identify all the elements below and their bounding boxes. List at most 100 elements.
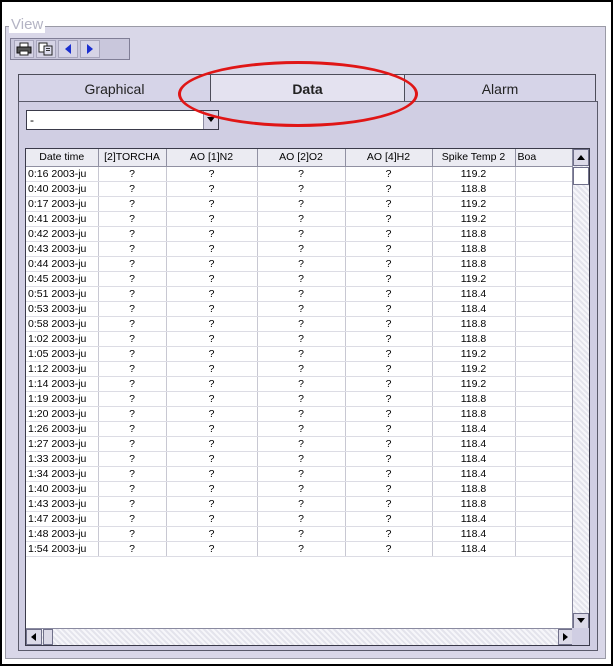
tab-alarm[interactable]: Alarm <box>404 74 596 102</box>
table-cell <box>515 511 576 527</box>
column-header[interactable]: AO [2]O2 <box>257 149 346 167</box>
table-cell: ? <box>257 181 346 197</box>
table-cell <box>515 226 576 242</box>
column-header[interactable]: [2]TORCHA <box>98 149 167 167</box>
column-header[interactable]: Boa <box>515 149 576 167</box>
table-cell <box>515 301 576 317</box>
table-row[interactable]: 1:02 2003-ju???? 118.8 <box>26 331 576 347</box>
table-cell: ? <box>166 406 258 422</box>
previous-button[interactable] <box>58 40 78 58</box>
table-cell: 0:58 2003-ju <box>26 316 99 332</box>
column-header[interactable]: AO [1]N2 <box>166 149 258 167</box>
table-cell: ? <box>98 241 167 257</box>
table-cell: 0:53 2003-ju <box>26 301 99 317</box>
table-cell: ? <box>98 226 167 242</box>
table-cell: ? <box>98 496 167 512</box>
table-cell: ? <box>257 241 346 257</box>
scroll-up-button[interactable] <box>573 149 589 166</box>
table-cell: ? <box>257 466 346 482</box>
table-row[interactable]: 0:58 2003-ju???? 118.8 <box>26 316 576 332</box>
table-cell: 118.4 <box>432 436 516 452</box>
table-cell: ? <box>98 256 167 272</box>
table-row[interactable]: 1:14 2003-ju???? 119.2 <box>26 376 576 392</box>
table-row[interactable]: 0:45 2003-ju???? 119.2 <box>26 271 576 287</box>
copy-icon <box>38 42 53 56</box>
table-cell: ? <box>257 406 346 422</box>
tab-data[interactable]: Data <box>210 74 405 103</box>
table-cell: ? <box>257 346 346 362</box>
table-row[interactable]: 0:51 2003-ju???? 118.4 <box>26 286 576 302</box>
table-cell <box>515 481 576 497</box>
table-cell: 119.2 <box>432 361 516 377</box>
table-cell: 1:14 2003-ju <box>26 376 99 392</box>
table-cell: ? <box>166 541 258 557</box>
table-row[interactable]: 0:43 2003-ju???? 118.8 <box>26 241 576 257</box>
table-cell: ? <box>257 271 346 287</box>
column-header[interactable]: Spike Temp 2 <box>432 149 516 167</box>
scroll-down-button[interactable] <box>573 613 589 629</box>
table-row[interactable]: 1:27 2003-ju???? 118.4 <box>26 436 576 452</box>
tab-graphical[interactable]: Graphical <box>18 74 211 102</box>
print-button[interactable] <box>14 40 34 58</box>
table-row[interactable]: 1:48 2003-ju???? 118.4 <box>26 526 576 542</box>
table-row[interactable]: 0:53 2003-ju???? 118.4 <box>26 301 576 317</box>
table-row[interactable]: 1:12 2003-ju???? 119.2 <box>26 361 576 377</box>
table-cell: 118.4 <box>432 511 516 527</box>
table-row[interactable]: 1:05 2003-ju???? 119.2 <box>26 346 576 362</box>
filter-dropdown[interactable]: - <box>26 110 219 130</box>
table-cell: ? <box>257 331 346 347</box>
table-row[interactable]: 1:47 2003-ju???? 118.4 <box>26 511 576 527</box>
table-cell: 118.8 <box>432 406 516 422</box>
table-row[interactable]: 1:34 2003-ju???? 118.4 <box>26 466 576 482</box>
table-cell: 118.4 <box>432 466 516 482</box>
table-cell: ? <box>98 271 167 287</box>
vertical-scrollbar[interactable] <box>572 149 589 629</box>
table-cell: ? <box>166 211 258 227</box>
table-cell: ? <box>166 496 258 512</box>
table-cell: 1:02 2003-ju <box>26 331 99 347</box>
table-cell: ? <box>345 406 433 422</box>
table-row[interactable]: 1:33 2003-ju???? 118.4 <box>26 451 576 467</box>
table-cell: ? <box>166 331 258 347</box>
arrow-left-icon <box>65 44 71 54</box>
table-cell: ? <box>345 346 433 362</box>
table-row[interactable]: 1:54 2003-ju???? 118.4 <box>26 541 576 557</box>
table-cell: ? <box>257 361 346 377</box>
table-cell: ? <box>98 406 167 422</box>
table-row[interactable]: 1:19 2003-ju???? 118.8 <box>26 391 576 407</box>
table-row[interactable]: 1:40 2003-ju???? 118.8 <box>26 481 576 497</box>
table-row[interactable]: 0:40 2003-ju???? 118.8 <box>26 181 576 197</box>
table-cell: ? <box>257 256 346 272</box>
table-cell: 118.8 <box>432 391 516 407</box>
horizontal-scrollbar[interactable] <box>26 628 574 645</box>
table-row[interactable]: 0:42 2003-ju???? 118.8 <box>26 226 576 242</box>
table-row[interactable]: 0:17 2003-ju???? 119.2 <box>26 196 576 212</box>
table-cell <box>515 256 576 272</box>
scroll-left-button[interactable] <box>26 629 42 645</box>
table-row[interactable]: 1:43 2003-ju???? 118.8 <box>26 496 576 512</box>
next-button[interactable] <box>80 40 100 58</box>
table-row[interactable]: 0:41 2003-ju???? 119.2 <box>26 211 576 227</box>
scroll-thumb[interactable] <box>573 167 589 185</box>
table-cell: ? <box>345 481 433 497</box>
table-cell: 118.8 <box>432 226 516 242</box>
arrow-right-small-icon <box>563 633 568 641</box>
data-grid[interactable]: Date time [2]TORCHA AO [1]N2 AO [2]O2 AO [4]… <box>25 148 590 646</box>
copy-button[interactable] <box>36 40 56 58</box>
table-cell: 0:41 2003-ju <box>26 211 99 227</box>
table-row[interactable]: 1:20 2003-ju???? 118.8 <box>26 406 576 422</box>
table-row[interactable]: 1:26 2003-ju???? 118.4 <box>26 421 576 437</box>
table-cell: ? <box>257 166 346 182</box>
table-cell: ? <box>166 526 258 542</box>
column-header[interactable]: AO [4]H2 <box>345 149 433 167</box>
table-cell: ? <box>345 226 433 242</box>
table-cell: 118.8 <box>432 181 516 197</box>
table-row[interactable]: 0:16 2003-ju???? 119.2 <box>26 166 576 182</box>
table-cell: ? <box>98 166 167 182</box>
table-row[interactable]: 0:44 2003-ju???? 118.8 <box>26 256 576 272</box>
column-header[interactable]: Date time <box>26 149 99 167</box>
dropdown-button[interactable] <box>203 111 218 129</box>
table-cell: ? <box>166 226 258 242</box>
table-cell: ? <box>166 361 258 377</box>
horizontal-scroll-thumb[interactable] <box>43 629 53 645</box>
